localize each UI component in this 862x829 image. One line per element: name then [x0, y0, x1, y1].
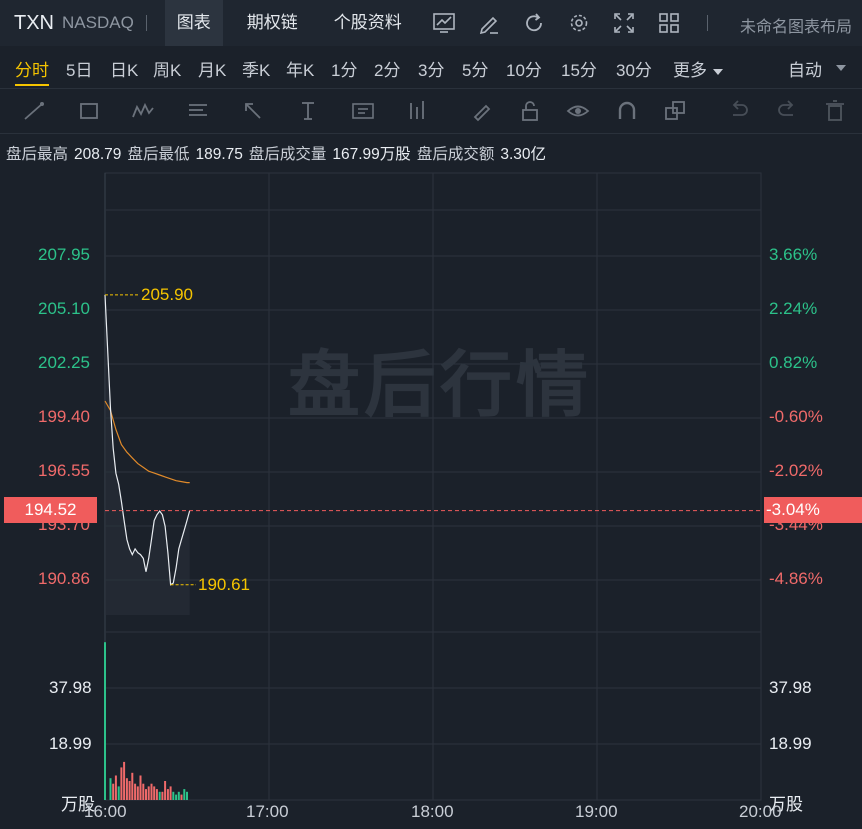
percent-tick: 0.82% [769, 353, 818, 372]
volume-bar [150, 783, 153, 800]
volume-bar [158, 791, 161, 800]
volume-bar [180, 794, 183, 800]
intraday-chart[interactable] [0, 0, 862, 829]
price-tick: 190.86 [38, 569, 90, 588]
volume-bar [139, 775, 142, 800]
volume-bar [175, 794, 178, 800]
volume-bar [145, 789, 147, 800]
percent-tick: 3.66% [769, 245, 818, 264]
volume-bar [169, 786, 172, 800]
price-tick: 205.10 [38, 299, 90, 318]
volume-bar [109, 778, 112, 800]
time-tick: 19:00 [575, 802, 618, 821]
volume-bar [177, 791, 180, 800]
chart-grid [104, 172, 762, 801]
volume-bar [153, 786, 156, 800]
low-annotation: 190.61 [198, 575, 250, 594]
volume-bar [114, 775, 117, 800]
volume-axis-label: 18.99 [49, 734, 92, 753]
volume-bar [134, 783, 137, 800]
time-tick: 16:00 [84, 802, 127, 821]
price-tick: 196.55 [38, 461, 90, 480]
volume-bar [161, 791, 164, 800]
volume-bar [128, 781, 131, 800]
volume-bar [112, 783, 115, 800]
volume-bar [164, 781, 167, 800]
volume-bar [155, 789, 158, 800]
percent-tick: -2.02% [769, 461, 823, 480]
volume-bar [183, 789, 186, 800]
price-tick: 199.40 [38, 407, 90, 426]
volume-bar [120, 767, 123, 800]
volume-bar [117, 786, 120, 800]
time-tick: 17:00 [246, 802, 289, 821]
volume-bar [123, 761, 126, 800]
high-annotation: 205.90 [141, 285, 193, 304]
average-price-line [104, 400, 190, 484]
volume-bar [104, 642, 106, 800]
volume-axis-label: 37.98 [769, 678, 812, 697]
volume-bar [142, 783, 145, 800]
volume-bars [104, 642, 188, 800]
volume-bar [166, 789, 169, 800]
time-tick: 20:00 [739, 802, 782, 821]
current-price-tag: 194.52 [4, 497, 97, 523]
percent-tick: 2.24% [769, 299, 818, 318]
price-tick: 207.95 [38, 245, 90, 264]
volume-bar [186, 791, 188, 800]
price-tick: 202.25 [38, 353, 90, 372]
volume-bar [136, 786, 139, 800]
volume-axis-label: 18.99 [769, 734, 812, 753]
volume-bar [172, 791, 175, 800]
current-change-tag: -3.04% [764, 497, 862, 523]
volume-bar [147, 786, 150, 800]
percent-tick: -0.60% [769, 407, 823, 426]
time-tick: 18:00 [411, 802, 454, 821]
volume-bar [131, 772, 134, 800]
volume-axis-label: 37.98 [49, 678, 92, 697]
percent-tick: -4.86% [769, 569, 823, 588]
volume-bar [125, 778, 128, 800]
